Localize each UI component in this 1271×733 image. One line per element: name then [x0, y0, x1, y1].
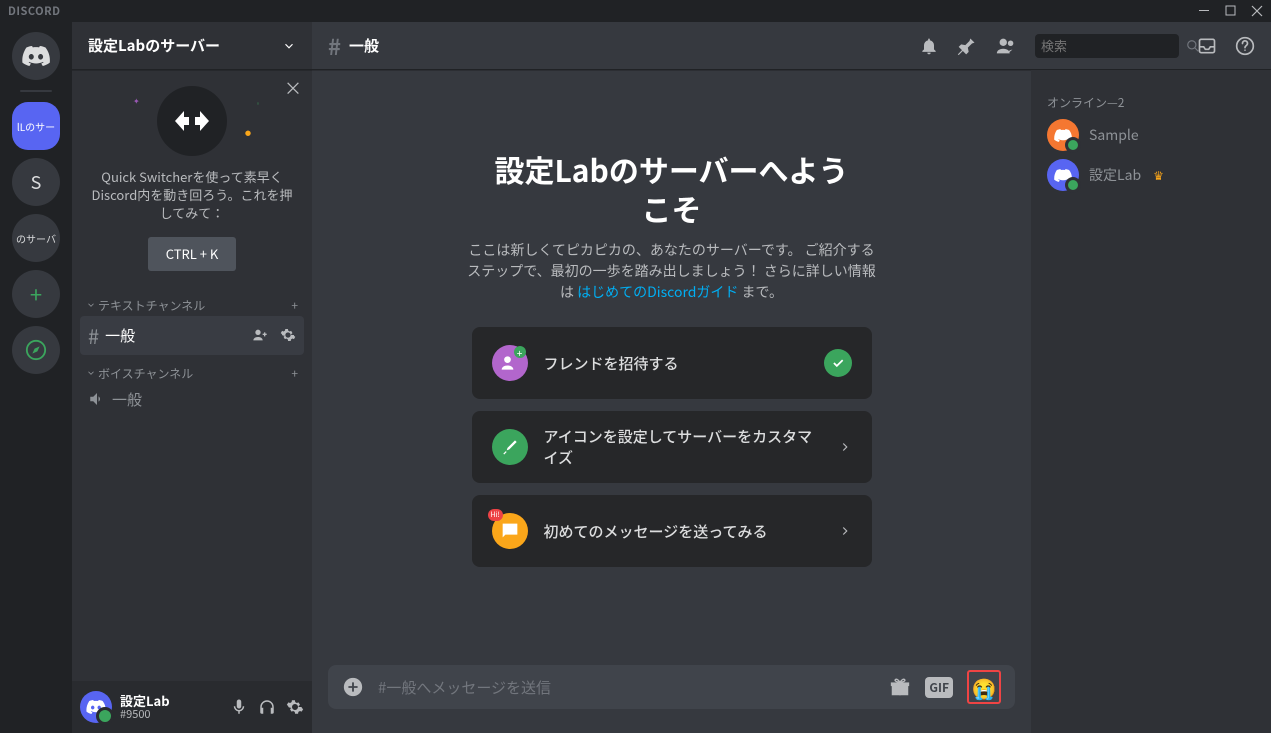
invite-icon: +: [492, 345, 528, 381]
quickswitcher-button[interactable]: CTRL + K: [148, 237, 237, 271]
quickswitcher-icon: ✦ ● ◦: [157, 86, 227, 156]
member-item[interactable]: 設定Lab ♛: [1039, 155, 1263, 195]
explore-button[interactable]: [12, 326, 60, 374]
channel-sidebar: 設定Labのサーバー × ✦ ● ◦ Quick Switcherを使って素早く…: [72, 22, 312, 733]
server-name: 設定Labのサーバー: [88, 35, 220, 56]
chat-header: # 一般: [312, 22, 1271, 70]
close-icon[interactable]: ×: [284, 76, 302, 101]
search-box[interactable]: [1035, 34, 1179, 58]
card-label: 初めてのメッセージを送ってみる: [544, 521, 822, 542]
window-controls: [1199, 5, 1263, 17]
home-button[interactable]: [12, 32, 60, 80]
guide-link[interactable]: はじめてのDiscordガイド: [577, 282, 738, 302]
user-info[interactable]: 設定Lab #9500: [120, 694, 222, 720]
emoji-picker-button[interactable]: 😭: [967, 670, 1001, 704]
help-icon[interactable]: [1235, 36, 1255, 56]
welcome-description: ここは新しくてピカピカの、あなたのサーバーです。 ご紹介するステップで、最初の一…: [462, 240, 882, 303]
add-server-button[interactable]: +: [12, 270, 60, 318]
member-name: Sample: [1089, 125, 1139, 145]
channel-list: テキストチャンネル + # 一般 ボイスチャンネル + 一般: [72, 287, 312, 681]
gear-icon[interactable]: [280, 327, 296, 343]
composer-placeholder[interactable]: #一般へメッセージを送信: [378, 677, 875, 698]
card-label: フレンドを招待する: [544, 353, 808, 374]
guild-item[interactable]: のサーバ: [12, 214, 60, 262]
bell-icon[interactable]: [919, 36, 939, 56]
welcome-screen: 設定Labのサーバーへようこそ ここは新しくてピカピカの、あなたのサーバーです。…: [312, 70, 1031, 665]
chevron-right-icon: [838, 524, 852, 538]
mic-icon[interactable]: [230, 698, 248, 716]
invite-icon[interactable]: [252, 327, 268, 343]
members-icon[interactable]: [995, 35, 1017, 57]
card-invite[interactable]: + フレンドを招待する: [472, 327, 872, 399]
user-tag: #9500: [120, 708, 222, 720]
guild-list: lLのサー S のサーバ +: [0, 22, 72, 733]
guild-separator: [20, 90, 52, 92]
search-input[interactable]: [1041, 36, 1186, 55]
chat-area: 設定Labのサーバーへようこそ ここは新しくてピカピカの、あなたのサーバーです。…: [312, 70, 1031, 733]
member-list: オンライン—2 Sample 設定Lab ♛: [1031, 70, 1271, 733]
member-item[interactable]: Sample: [1039, 115, 1263, 155]
hash-icon: #: [328, 30, 341, 62]
inbox-icon[interactable]: [1197, 36, 1217, 56]
close-icon[interactable]: [1251, 5, 1263, 17]
guild-active[interactable]: lLのサー: [12, 102, 60, 150]
maximize-icon[interactable]: [1225, 5, 1237, 17]
paint-icon: [492, 429, 528, 465]
member-name: 設定Lab: [1089, 165, 1141, 185]
headphones-icon[interactable]: [258, 698, 276, 716]
gift-icon[interactable]: [889, 676, 911, 698]
message-composer[interactable]: #一般へメッセージを送信 GIF 😭: [328, 665, 1015, 709]
member-category: オンライン—2: [1039, 86, 1263, 115]
channel-general[interactable]: # 一般: [80, 316, 304, 355]
avatar: [1047, 119, 1079, 151]
attach-icon[interactable]: [342, 676, 364, 698]
crown-icon: ♛: [1153, 167, 1164, 184]
card-customize[interactable]: アイコンを設定してサーバーをカスタマイズ: [472, 411, 872, 483]
guild-item[interactable]: S: [12, 158, 60, 206]
main-content: # 一般 設定Labのサーバーへようこそ ここは新しくてピカピカ: [312, 22, 1271, 733]
message-icon: Hi!: [492, 513, 528, 549]
welcome-title: 設定Labのサーバーへようこそ: [494, 150, 848, 228]
avatar[interactable]: [80, 691, 112, 723]
category-voice[interactable]: ボイスチャンネル +: [80, 355, 304, 384]
speaker-icon: [88, 390, 106, 408]
category-text[interactable]: テキストチャンネル +: [80, 287, 304, 316]
channel-label: 一般: [105, 325, 135, 346]
channel-label: 一般: [112, 389, 142, 410]
gif-button[interactable]: GIF: [925, 677, 953, 698]
avatar: [1047, 159, 1079, 191]
check-icon: [824, 349, 852, 377]
chevron-right-icon: [838, 440, 852, 454]
minimize-icon[interactable]: [1199, 5, 1211, 17]
hash-icon: #: [88, 321, 99, 350]
add-channel-icon[interactable]: +: [291, 365, 298, 382]
titlebar: DISCORD: [0, 0, 1271, 22]
channel-title: 一般: [349, 35, 379, 56]
voice-channel-general[interactable]: 一般: [80, 384, 304, 415]
app-brand: DISCORD: [8, 3, 60, 19]
add-channel-icon[interactable]: +: [291, 297, 298, 314]
chevron-down-icon: [282, 39, 296, 53]
server-header[interactable]: 設定Labのサーバー: [72, 22, 312, 70]
card-label: アイコンを設定してサーバーをカスタマイズ: [544, 426, 822, 468]
user-panel: 設定Lab #9500: [72, 681, 312, 733]
quickswitcher-tip: × ✦ ● ◦ Quick Switcherを使って素早くDiscord内を動き…: [72, 70, 312, 287]
pin-icon[interactable]: [957, 36, 977, 56]
quickswitcher-text: Quick Switcherを使って素早くDiscord内を動き回ろう。これを押…: [88, 168, 296, 223]
gear-icon[interactable]: [286, 698, 304, 716]
card-message[interactable]: Hi! 初めてのメッセージを送ってみる: [472, 495, 872, 567]
